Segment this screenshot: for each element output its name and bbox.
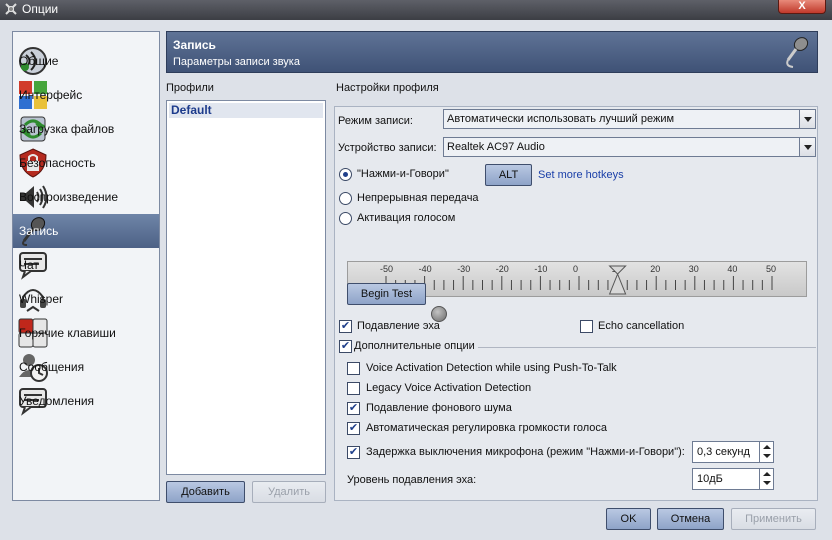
cancel-button[interactable]: Отмена [657,508,724,530]
mic-delay-label: Задержка выключения микрофона (режим "На… [366,446,685,458]
chevron-down-icon[interactable] [799,138,815,156]
sidebar-item-label: Сообщения [19,360,85,374]
recording-device-select[interactable]: Realtek AC97 Audio [443,137,816,157]
sidebar-item-messages[interactable]: Сообщения [13,350,159,384]
meter-tick-label: 50 [766,264,776,274]
meter-tick-label: 20 [650,264,660,274]
meter-tick-label: 40 [727,264,737,274]
advanced-options-checkbox[interactable]: ✔ [339,340,352,353]
sidebar-item-label: Общие [19,54,59,68]
vad-while-ptt-checkbox[interactable] [347,362,360,375]
profiles-heading: Профили [166,82,214,94]
set-more-hotkeys-link[interactable]: Set more hotkeys [538,169,624,181]
sidebar-item-whisper[interactable]: Whisper [13,282,159,316]
continuous-transmission-label: Непрерывная передача [357,192,479,204]
continuous-transmission-radio[interactable] [339,192,352,205]
sidebar-item-label: Безопасность [19,156,96,170]
mic-delay-value: 0,3 секунд [697,446,750,458]
push-to-talk-label: "Нажми-и-Говори" [357,168,449,180]
voice-activation-radio[interactable] [339,212,352,225]
dialog-body: Общие Интерфейс Загрузка файлов Безопасн… [0,20,832,540]
sidebar-item-security[interactable]: Безопасность [13,146,159,180]
profiles-list: Default [166,100,326,475]
begin-test-button[interactable]: Begin Test [347,283,426,305]
advanced-options-label: Дополнительные опции [354,340,475,352]
profile-settings-heading: Настройки профиля [336,82,439,94]
voice-activation-label: Активация голосом [357,212,456,224]
spin-arrows-icon[interactable] [759,442,773,462]
echo-cancellation-checkbox[interactable] [580,320,593,333]
hotkey-button[interactable]: ALT [485,164,532,186]
recording-mode-value: Автоматически использовать лучший режим [447,113,675,125]
sidebar-item-hotkeys[interactable]: Горячие клавиши [13,316,159,350]
sidebar-item-notifications[interactable]: Уведомления [13,384,159,418]
apply-button[interactable]: Применить [731,508,816,530]
meter-tick-label: -30 [457,264,470,274]
chevron-down-icon[interactable] [799,110,815,128]
sidebar-item-label: Уведомления [19,394,95,408]
group-divider [478,347,816,348]
echo-level-value: 10дБ [697,473,723,485]
recording-mode-label: Режим записи: [338,115,413,127]
echo-level-label: Уровень подавления эха: [347,474,477,486]
microphone-icon [786,37,809,68]
add-profile-button[interactable]: Добавить [166,481,245,503]
mic-delay-spinbox[interactable]: 0,3 секунд [692,441,774,463]
push-to-talk-radio[interactable] [339,168,352,181]
meter-tick-label: 30 [689,264,699,274]
meter-tick-label: -40 [419,264,432,274]
sidebar-item-label: Горячие клавиши [19,326,116,340]
recording-device-value: Realtek AC97 Audio [447,141,545,153]
page-title: Запись [173,38,216,52]
sidebar-item-label: Загрузка файлов [19,122,115,136]
noise-suppression-checkbox[interactable]: ✔ [347,402,360,415]
legacy-vad-checkbox[interactable] [347,382,360,395]
ok-button[interactable]: OK [606,508,651,530]
delete-profile-button[interactable]: Удалить [252,481,326,503]
sidebar-item-label: Чат [19,258,39,272]
sidebar-item-file-download[interactable]: Загрузка файлов [13,112,159,146]
vad-while-ptt-label: Voice Activation Detection while using P… [366,362,617,374]
agc-label: Автоматическая регулировка громкости гол… [366,422,608,434]
options-sidebar: Общие Интерфейс Загрузка файлов Безопасн… [12,31,160,501]
sidebar-item-interface[interactable]: Интерфейс [13,78,159,112]
legacy-vad-label: Legacy Voice Activation Detection [366,382,532,394]
title-bar: Опции X [0,0,832,20]
profile-item-default[interactable]: Default [169,103,323,118]
meter-tick-label: -10 [534,264,547,274]
page-header: Запись Параметры записи звука [166,31,818,73]
echo-suppression-label: Подавление эха [357,320,440,332]
recording-mode-select[interactable]: Автоматически использовать лучший режим [443,109,816,129]
sidebar-item-label: Запись [19,224,59,238]
sidebar-item-label: Воспроизведение [19,190,119,204]
close-button[interactable]: X [778,0,826,14]
mic-delay-checkbox[interactable]: ✔ [347,446,360,459]
agc-checkbox[interactable]: ✔ [347,422,360,435]
echo-cancellation-label: Echo cancellation [598,320,685,332]
sidebar-item-chat[interactable]: Чат [13,248,159,282]
app-icon [5,3,17,15]
noise-suppression-label: Подавление фонового шума [366,402,512,414]
meter-tick-label: 0 [573,264,578,274]
page-subtitle: Параметры записи звука [173,56,300,68]
sidebar-item-label: Whisper [19,292,64,306]
sidebar-item-general[interactable]: Общие [13,44,159,78]
meter-tick-label: -50 [380,264,393,274]
sidebar-item-recording[interactable]: Запись [13,214,159,248]
sidebar-item-playback[interactable]: Воспроизведение [13,180,159,214]
echo-suppression-checkbox[interactable]: ✔ [339,320,352,333]
sidebar-item-label: Интерфейс [19,88,83,102]
spin-arrows-icon[interactable] [759,469,773,489]
recording-device-label: Устройство записи: [338,142,437,154]
window-title: Опции [22,2,59,16]
echo-level-spinbox[interactable]: 10дБ [692,468,774,490]
meter-tick-label: -20 [496,264,509,274]
